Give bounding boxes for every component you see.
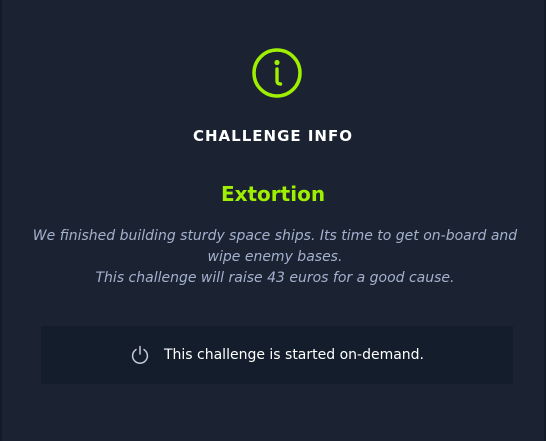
challenge-description: We finished building sturdy space ships.… xyxy=(30,226,520,289)
on-demand-status-box: This challenge is started on-demand. xyxy=(41,326,513,384)
challenge-info-panel: CHALLENGE INFO Extortion We finished bui… xyxy=(0,0,546,441)
description-text: We finished building sturdy space ships.… xyxy=(32,228,518,265)
challenge-title: Extortion xyxy=(220,182,326,206)
power-icon xyxy=(131,345,149,364)
section-heading: CHALLENGE INFO xyxy=(192,127,353,145)
charity-text: This challenge will raise 43 euros for a… xyxy=(95,270,455,286)
info-circle-icon xyxy=(252,48,302,98)
status-text: This challenge is started on-demand. xyxy=(163,347,425,363)
